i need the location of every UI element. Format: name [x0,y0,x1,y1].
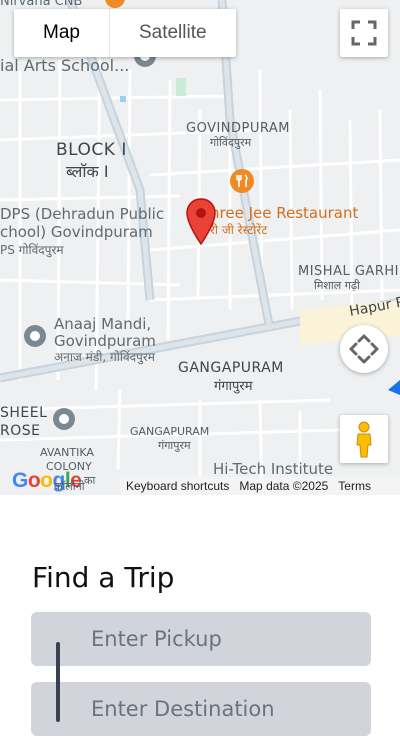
map-type-satellite-button[interactable]: Satellite [108,9,236,57]
map-label: PS गोविंदपुरम [0,243,64,257]
map-label: chool) Govindpuram [0,223,153,241]
map-view[interactable]: Nirvana CNB ial Arts School... BLOCK I ब… [0,0,400,495]
map-label: hree Jee Restaurant [210,204,359,222]
map-label: मिशाल गढ़ी [314,279,360,292]
poi-icon [53,408,75,430]
route-connector-line [56,642,60,722]
fullscreen-icon [351,20,377,46]
map-label: Hi-Tech Institute [213,460,334,478]
map-attribution: Keyboard shortcuts Map data ©2025 Terms [120,477,400,495]
fullscreen-button[interactable] [340,9,388,57]
destination-input[interactable] [31,682,371,736]
map-label: AVANTIKA [40,446,94,459]
page-title: Find a Trip [32,561,175,594]
poi-icon [24,325,46,347]
map-label: कॉलोनी [54,480,85,493]
map-label: Nirvana CNB [0,0,83,9]
map-label: ब्लॉक I [66,162,109,181]
map-type-control: Map Satellite [14,9,236,57]
map-label: अनाज मंडी, गोविंदपुरम [54,350,155,364]
recenter-icon [349,334,379,364]
map-label: ROSE [0,423,41,439]
map-label: GOVINDPURAM [186,121,291,136]
terms-link[interactable]: Terms [338,479,371,493]
map-type-map-button[interactable]: Map [14,9,109,57]
map-label: का [84,474,96,487]
pegman-icon [356,421,372,458]
map-label: GANGAPURAM [178,360,284,376]
map-data-text: Map data ©2025 [239,479,329,493]
map-label: ial Arts School... [0,56,130,75]
pickup-input[interactable] [31,612,371,666]
map-label: MISHAL GARHI [298,264,399,279]
map-label: री जी रेस्टोरेंट [210,223,268,237]
map-label: BLOCK I [56,140,127,160]
recenter-button[interactable] [340,325,388,373]
keyboard-shortcuts-link[interactable]: Keyboard shortcuts [126,479,229,493]
map-footer: Google का कॉलोनी Keyboard shortcuts Map … [0,469,400,495]
map-label: GANGAPURAM [130,425,210,438]
marker-icon[interactable] [186,198,216,246]
restaurant-icon [230,169,254,193]
map-label: Anaaj Mandi, [54,315,152,333]
map-label: गंगापुरम [158,439,191,452]
map-label: गोविंदपुरम [210,136,252,149]
map-label: गंगापुरम [214,379,253,394]
map-label: DPS (Dehradun Public [0,205,165,223]
map-label: SHEEL [0,405,48,421]
street-view-button[interactable] [340,415,388,463]
